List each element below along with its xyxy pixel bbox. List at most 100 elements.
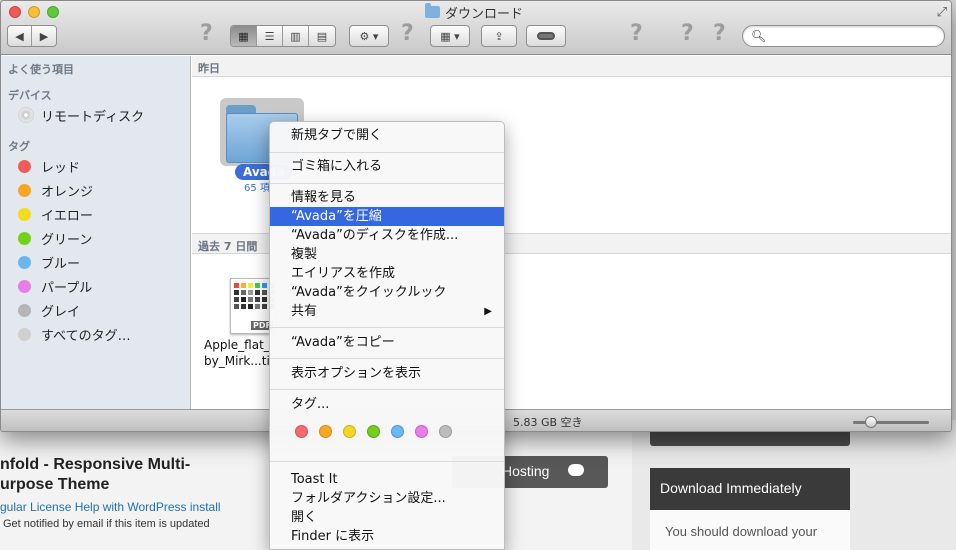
background-product-title: nfold - Responsive Multi- urpose Theme: [0, 455, 230, 495]
pdf-file-name[interactable]: Apple_flat_ by_Mirk...ti: [204, 337, 270, 369]
background-title-line-1: nfold - Responsive Multi-: [0, 456, 191, 473]
menu-item-duplicate[interactable]: 複製: [270, 245, 504, 264]
menu-item-folder-actions[interactable]: フォルダアクション設定...: [270, 489, 504, 508]
search-icon: 🔍︎: [751, 29, 767, 43]
menu-item-compress[interactable]: “Avada”を圧縮: [270, 207, 504, 226]
back-arrow-icon[interactable]: ◀: [8, 26, 32, 46]
menu-separator: [270, 183, 504, 184]
gray-tag-dot-icon[interactable]: [439, 425, 452, 438]
tags-heading: タグ: [8, 140, 30, 153]
sidebar-tag-green[interactable]: グリーン: [18, 228, 188, 248]
file-name-line-2: by_Mirk...ti: [204, 354, 270, 368]
folder-icon: [425, 3, 440, 18]
menu-item-open-new-tab[interactable]: 新規タブで開く: [270, 126, 504, 145]
sidebar-all-tags[interactable]: すべてのタグ…: [18, 324, 188, 344]
submenu-arrow-icon: ▶: [484, 306, 492, 317]
folder-item-count: 65 項: [244, 183, 270, 194]
fullscreen-icon[interactable]: ⤢: [937, 5, 947, 20]
upload-cloud-icon: [568, 464, 584, 476]
icon-view-icon[interactable]: ▦: [231, 26, 257, 46]
menu-item-copy[interactable]: “Avada”をコピー: [270, 333, 504, 352]
finder-sidebar: よく使う項目 デバイス リモートディスク タグ レッド オレンジ イエロー グリ…: [1, 56, 191, 409]
help-placeholder-icon: ?: [630, 21, 643, 46]
menu-item-toast-it[interactable]: Toast It: [270, 470, 504, 489]
titlebar-toolbar: ダウンロード ⤢ ◀ ▶ ? ▦ ☰ ▥ ▤ ⚙ ▾ ? ▦ ▾ ⇪ ? ? ?: [1, 1, 951, 55]
menu-separator: [270, 389, 504, 390]
sidebar-tag-blue[interactable]: ブルー: [18, 252, 188, 272]
arrange-button[interactable]: ▦ ▾: [430, 25, 470, 47]
share-button[interactable]: ⇪: [481, 25, 517, 47]
action-gear-button[interactable]: ⚙ ▾: [349, 25, 389, 47]
icon-size-slider-knob[interactable]: [865, 416, 877, 428]
menu-item-tags[interactable]: タグ...: [270, 395, 504, 414]
sidebar-item-label: リモートディスク: [41, 109, 145, 125]
menu-item-reveal-in-finder[interactable]: Finder に表示: [270, 527, 504, 546]
tag-toggle-button[interactable]: [526, 25, 566, 47]
sidebar-item-label: イエロー: [41, 208, 93, 224]
sidebar-tag-purple[interactable]: パープル: [18, 276, 188, 296]
yellow-tag-dot-icon[interactable]: [343, 425, 356, 438]
window-title: ダウンロード: [425, 3, 524, 22]
sidebar-item-label: すべてのタグ…: [41, 328, 131, 344]
sidebar-item-label: グリーン: [41, 232, 93, 248]
pdf-preview-icon: [234, 283, 274, 309]
menu-item-get-info[interactable]: 情報を見る: [270, 188, 504, 207]
menu-item-move-to-trash[interactable]: ゴミ箱に入れる: [270, 157, 504, 176]
gear-icon: ⚙ ▾: [359, 29, 379, 43]
list-view-icon[interactable]: ☰: [257, 26, 283, 46]
menu-item-burn-disc[interactable]: “Avada”のディスクを作成...: [270, 226, 504, 245]
download-immediately-text: You should download your: [650, 510, 850, 550]
menu-separator: [270, 327, 504, 328]
favorites-heading: よく使う項目: [8, 63, 74, 76]
background-notify-text: Get notified by email if this item is up…: [3, 518, 210, 530]
purple-tag-dot-icon[interactable]: [415, 425, 428, 438]
all-tags-dot-icon: [18, 327, 31, 341]
sidebar-item-label: オレンジ: [41, 184, 94, 200]
sidebar-tag-yellow[interactable]: イエロー: [18, 204, 188, 224]
orange-tag-dot-icon[interactable]: [319, 425, 332, 438]
menu-item-make-alias[interactable]: エイリアスを作成: [270, 264, 504, 283]
menu-item-quick-look[interactable]: “Avada”をクイックルック: [270, 283, 504, 302]
background-title-line-2: urpose Theme: [0, 476, 110, 493]
back-forward-control: ◀ ▶: [7, 25, 57, 47]
hosting-label: Hosting: [502, 463, 550, 479]
free-space-text: 5.83 GB 空き: [513, 416, 583, 429]
menu-item-share-label: 共有: [291, 304, 318, 319]
red-tag-dot-icon[interactable]: [295, 425, 308, 438]
gray-tag-dot-icon: [18, 303, 31, 317]
sidebar-item-remote-disc[interactable]: リモートディスク: [18, 105, 188, 125]
menu-item-show-view-options[interactable]: 表示オプションを表示: [270, 364, 504, 383]
help-placeholder-icon: ?: [713, 21, 726, 46]
search-input[interactable]: [767, 28, 937, 44]
devices-heading: デバイス: [8, 89, 52, 102]
menu-item-open[interactable]: 開く: [270, 508, 504, 527]
blue-tag-dot-icon[interactable]: [391, 425, 404, 438]
sidebar-item-label: パープル: [41, 280, 93, 296]
zoom-window-button[interactable]: [47, 6, 59, 18]
close-window-button[interactable]: [9, 6, 21, 18]
file-name-line-1: Apple_flat_: [204, 338, 270, 352]
green-tag-dot-icon[interactable]: [367, 425, 380, 438]
help-placeholder-icon: ?: [681, 21, 694, 46]
menu-item-share[interactable]: 共有 ▶: [270, 302, 504, 321]
sidebar-tag-orange[interactable]: オレンジ: [18, 180, 188, 200]
yellow-tag-dot-icon: [18, 207, 31, 221]
tag-toggle-icon: [537, 32, 555, 40]
forward-arrow-icon[interactable]: ▶: [32, 26, 56, 46]
help-placeholder-icon: ?: [200, 21, 213, 46]
background-license-link[interactable]: gular License Help with WordPress instal…: [0, 500, 221, 514]
sidebar-tag-red[interactable]: レッド: [18, 156, 188, 176]
minimize-window-button[interactable]: [28, 6, 40, 18]
arrange-grid-icon: ▦ ▾: [440, 29, 460, 43]
window-title-text: ダウンロード: [445, 6, 524, 22]
coverflow-view-icon[interactable]: ▤: [309, 26, 335, 46]
disc-icon: [18, 107, 34, 123]
sidebar-item-label: レッド: [41, 160, 81, 176]
sidebar-item-label: グレイ: [41, 304, 81, 320]
column-view-icon[interactable]: ▥: [283, 26, 309, 46]
orange-tag-dot-icon: [18, 183, 31, 197]
sidebar-tag-gray[interactable]: グレイ: [18, 300, 188, 320]
view-mode-control: ▦ ☰ ▥ ▤: [230, 25, 336, 47]
menu-separator: [270, 358, 504, 359]
search-field[interactable]: 🔍︎: [742, 25, 945, 47]
